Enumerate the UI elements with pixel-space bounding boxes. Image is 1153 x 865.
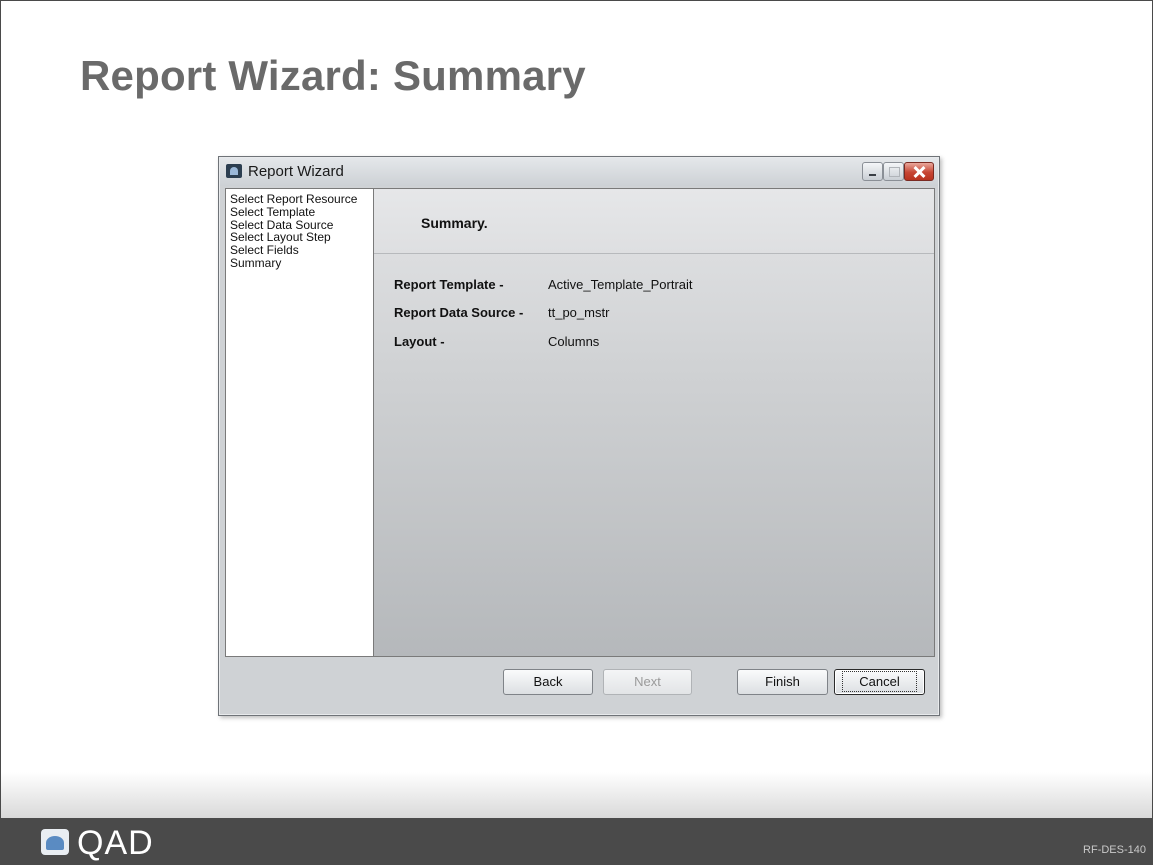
minimize-button[interactable] [862, 162, 883, 181]
close-button[interactable] [904, 162, 934, 181]
layout-value: Columns [548, 334, 600, 349]
content-header: Summary. [374, 189, 934, 254]
slide-footer: QAD RF-DES-140 [1, 818, 1152, 864]
wizard-steps-list: Select Report Resource Select Template S… [225, 188, 373, 657]
cancel-button-label: Cancel [842, 671, 917, 692]
slide-title: Report Wizard: Summary [80, 52, 586, 99]
report-wizard-window: Report Wizard Select Report Resource Sel… [218, 156, 940, 716]
finish-button[interactable]: Finish [737, 669, 828, 695]
maximize-button[interactable] [883, 162, 904, 181]
back-button[interactable]: Back [503, 669, 593, 695]
step-select-template[interactable]: Select Template [230, 205, 373, 219]
qad-logo-text: QAD [77, 824, 154, 862]
report-template-value: Active_Template_Portrait [548, 277, 693, 292]
report-template-label: Report Template - [394, 277, 504, 292]
qad-logo-icon [41, 829, 69, 855]
slide-code: RF-DES-140 [1083, 844, 1146, 856]
window-titlebar[interactable]: Report Wizard [220, 158, 938, 186]
step-summary[interactable]: Summary [230, 257, 373, 270]
wizard-content-pane: Summary. Report Template - Active_Templa… [373, 188, 935, 657]
report-wizard-app-icon [226, 164, 242, 178]
next-button[interactable]: Next [603, 669, 692, 695]
window-title: Report Wizard [248, 163, 344, 180]
report-data-source-label: Report Data Source - [394, 305, 524, 320]
layout-label: Layout - [394, 334, 445, 349]
step-select-report-resource[interactable]: Select Report Resource [230, 193, 373, 206]
cancel-button[interactable]: Cancel [834, 669, 925, 695]
page-heading: Summary. [421, 215, 488, 231]
report-data-source-value: tt_po_mstr [548, 305, 610, 320]
footer-fade [1, 772, 1152, 818]
